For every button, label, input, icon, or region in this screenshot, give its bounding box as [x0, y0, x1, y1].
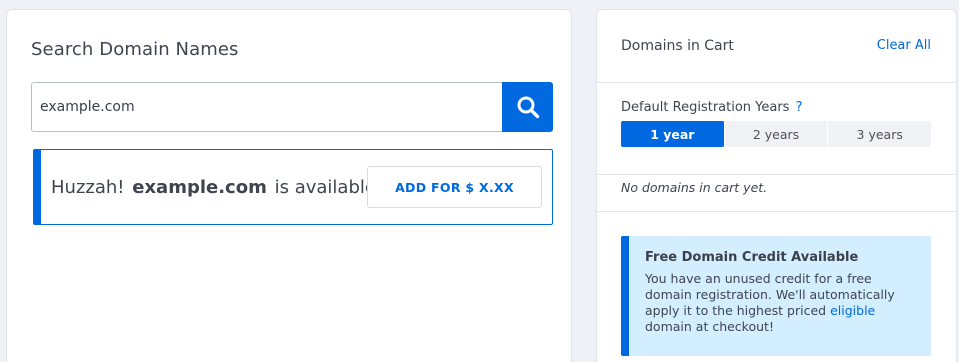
credit-body-end: domain at checkout!	[645, 319, 774, 334]
credit-title: Free Domain Credit Available	[645, 250, 859, 265]
result-domain: example.com	[132, 176, 267, 198]
domain-search-input[interactable]	[31, 82, 502, 132]
search-row	[31, 82, 553, 132]
free-credit-notice: Free Domain Credit Available You have an…	[621, 236, 931, 356]
year-option-1[interactable]: 1 year	[621, 121, 725, 147]
help-icon[interactable]: ?	[796, 100, 803, 115]
year-option-2[interactable]: 2 years	[725, 121, 829, 147]
years-toggle: 1 year 2 years 3 years	[621, 121, 931, 147]
cart-empty-text: No domains in cart yet.	[621, 180, 768, 195]
search-title: Search Domain Names	[31, 39, 239, 60]
search-panel: Search Domain Names Huzzah! example.com …	[6, 9, 572, 362]
search-button[interactable]	[502, 82, 553, 132]
registration-years-section: Default Registration Years ? 1 year 2 ye…	[597, 83, 956, 175]
registration-years-label: Default Registration Years ?	[621, 100, 803, 115]
add-to-cart-button[interactable]: ADD FOR $ X.XX	[367, 166, 542, 208]
availability-result: Huzzah! example.com is available! ADD FO…	[33, 149, 553, 225]
years-label-text: Default Registration Years	[621, 100, 790, 115]
cart-header: Domains in Cart Clear All	[597, 10, 956, 83]
search-icon	[517, 96, 539, 119]
result-prefix: Huzzah!	[51, 176, 125, 198]
cart-title: Domains in Cart	[621, 38, 734, 54]
cart-empty-section: No domains in cart yet.	[597, 175, 956, 212]
availability-message: Huzzah! example.com is available!	[51, 177, 383, 198]
cart-panel: Domains in Cart Clear All Default Regist…	[596, 9, 957, 362]
clear-all-link[interactable]: Clear All	[877, 38, 931, 53]
credit-body: You have an unused credit for a free dom…	[645, 271, 919, 335]
year-option-3[interactable]: 3 years	[828, 121, 931, 147]
eligible-link[interactable]: eligible	[830, 303, 875, 318]
